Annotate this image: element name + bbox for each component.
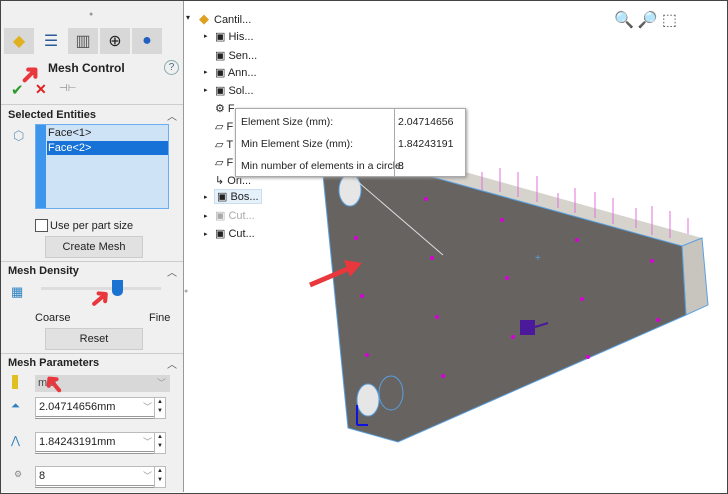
tree-label: F — [226, 121, 234, 133]
expand-caret-icon[interactable]: ▸ — [204, 32, 208, 40]
expand-caret-icon[interactable]: ▸ — [204, 193, 208, 201]
tree-item-annotations[interactable]: ▣ Ann... — [215, 66, 257, 79]
tooltip-value: 1.84243191 — [398, 138, 454, 150]
tree-item-plane[interactable]: ▱ F — [215, 120, 233, 133]
zoom-to-fit-icon[interactable]: 🔍 — [614, 12, 638, 29]
tree-label: F — [226, 157, 234, 169]
expand-caret-icon[interactable]: ▸ — [204, 212, 208, 220]
tooltip-value: 2.04714656 — [398, 116, 454, 128]
tree-label: Cut... — [228, 228, 255, 240]
tooltip-value: 8 — [398, 160, 404, 172]
side-face — [681, 237, 709, 316]
tooltip-divider — [394, 109, 395, 176]
tree-label: Bos... — [230, 191, 259, 203]
model-viewport[interactable]: + — [0, 0, 728, 494]
part-icon: ◆ — [199, 11, 209, 26]
mesh-parameters-tooltip: Element Size (mm): 2.04714656 Min Elemen… — [235, 108, 466, 177]
tree-label: F — [227, 103, 235, 115]
tooltip-label: Min Element Size (mm): — [241, 138, 354, 150]
zoom-to-area-icon[interactable]: 🔎 — [638, 12, 662, 29]
sensor-glyph — [520, 320, 535, 335]
tree-item-plane[interactable]: ▱ F — [215, 156, 233, 169]
tree-label: Ann... — [227, 67, 257, 79]
view-toolbar: 🔍🔎⬚ — [614, 10, 681, 30]
tree-root[interactable]: Cantil... — [214, 14, 251, 26]
tree-item-cut-suppressed[interactable]: ▣ Cut... — [215, 209, 255, 222]
svg-text:+: + — [535, 253, 541, 264]
hole — [338, 173, 362, 207]
expand-caret-icon[interactable]: ▸ — [204, 230, 208, 238]
tree-item-material[interactable]: ⚙ F — [215, 102, 235, 115]
view-orientation-icon[interactable]: ⬚ — [662, 12, 681, 29]
hole — [356, 383, 380, 417]
tree-item-boss[interactable]: ▣ Bos... — [214, 189, 262, 204]
tree-item-solid-bodies[interactable]: ▣ Sol... — [215, 84, 254, 97]
tree-item-plane[interactable]: ▱ T — [215, 138, 233, 151]
tree-item-sensors[interactable]: ▣ Sen... — [215, 49, 257, 62]
tree-item-history[interactable]: ▣ His... — [215, 30, 254, 43]
tooltip-label: Element Size (mm): — [241, 116, 334, 128]
tree-label: Cut... — [228, 210, 255, 222]
expand-caret-icon[interactable]: ▸ — [204, 68, 208, 76]
tree-label: T — [226, 139, 234, 151]
tree-label: His... — [228, 31, 254, 43]
tooltip-label: Min number of elements in a circle: — [241, 160, 404, 172]
tree-label: Sol... — [228, 85, 254, 97]
tree-item-cut[interactable]: ▣ Cut... — [215, 227, 255, 240]
expand-caret-icon[interactable]: ▸ — [204, 86, 208, 94]
tree-label: Sen... — [228, 50, 258, 62]
expand-caret-icon[interactable]: ▾ — [186, 13, 190, 22]
